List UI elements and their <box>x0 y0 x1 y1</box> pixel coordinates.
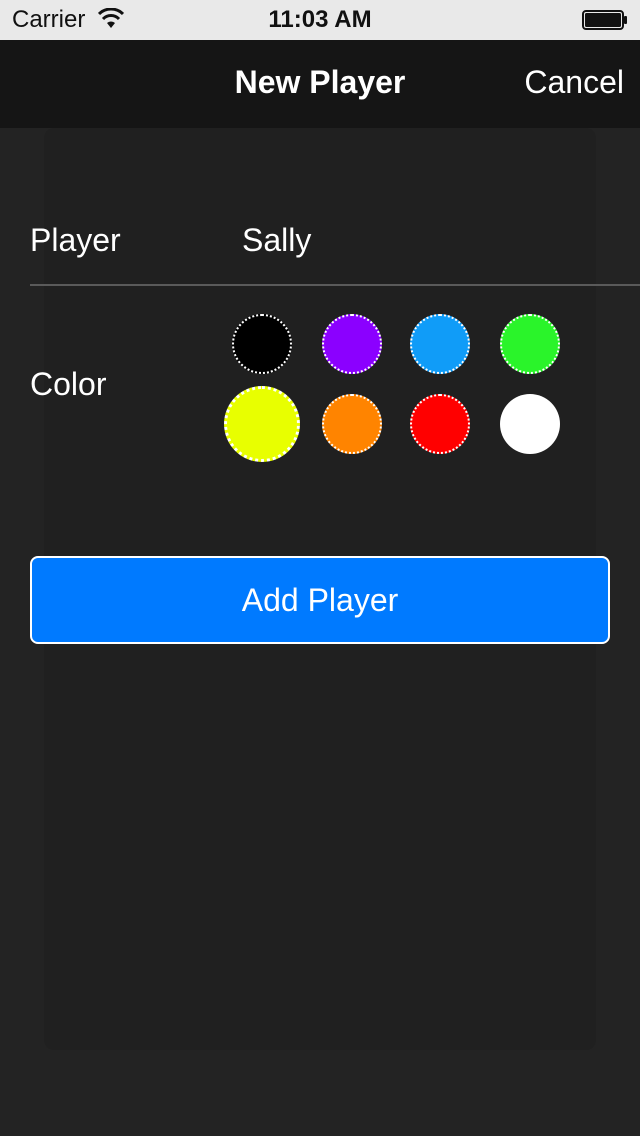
color-swatch-yellow[interactable] <box>224 386 300 462</box>
player-name-field[interactable]: Sally <box>242 222 311 259</box>
navigation-bar: New Player Cancel <box>0 40 640 128</box>
color-swatch-white[interactable] <box>500 394 560 454</box>
color-swatch-orange[interactable] <box>322 394 382 454</box>
color-swatch-black[interactable] <box>232 314 292 374</box>
status-bar: Carrier 11:03 AM <box>0 0 640 40</box>
new-player-screen: Carrier 11:03 AM New Player Cancel Playe… <box>0 0 640 1136</box>
add-player-button[interactable]: Add Player <box>30 556 610 644</box>
color-label: Color <box>30 366 107 402</box>
color-swatch-red[interactable] <box>410 394 470 454</box>
color-swatch-green[interactable] <box>500 314 560 374</box>
color-swatch-blue[interactable] <box>410 314 470 374</box>
divider <box>30 284 640 286</box>
battery-icon <box>582 10 627 30</box>
player-label: Player <box>30 222 121 258</box>
cancel-button[interactable]: Cancel <box>524 64 624 101</box>
status-time: 11:03 AM <box>268 6 372 33</box>
color-swatch-purple[interactable] <box>322 314 382 374</box>
